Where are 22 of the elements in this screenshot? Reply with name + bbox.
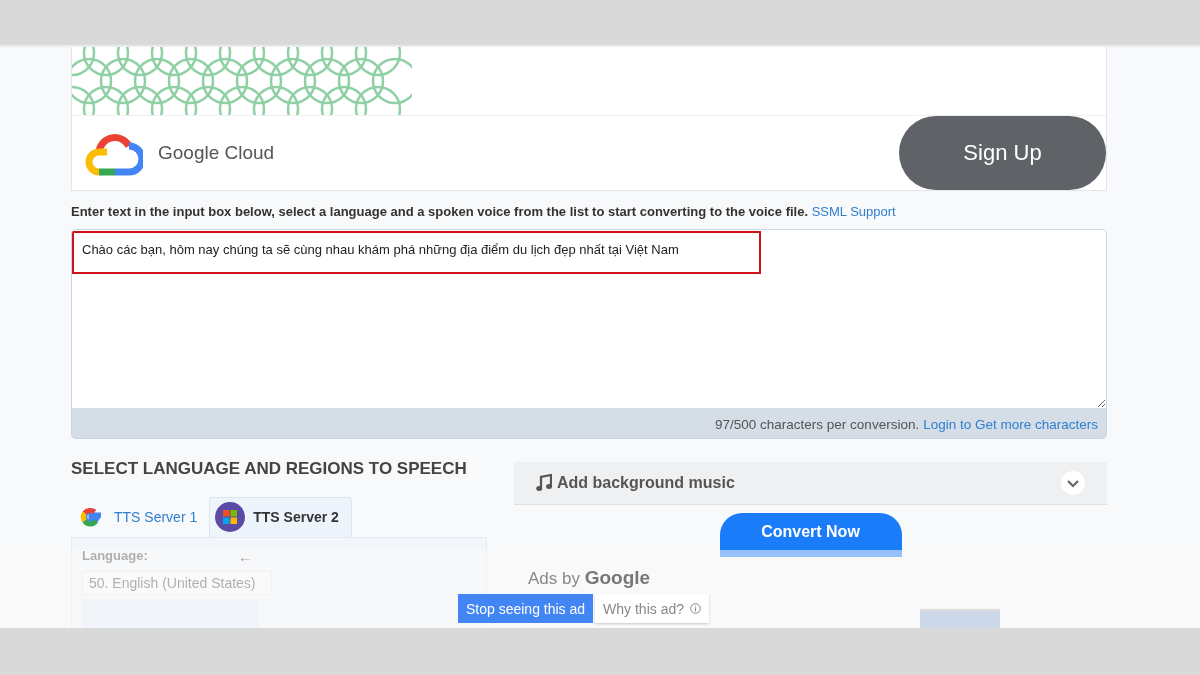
character-counter: 97/500 characters per conversion. (715, 417, 920, 432)
convert-now-button[interactable]: Convert Now (719, 513, 902, 557)
back-arrow[interactable]: ← (237, 548, 253, 565)
text-input[interactable]: Chào các bạn, hôm nay chúng ta sẽ cùng nhau khám phá những địa điểm du lịch đẹp nhất tại Việt Nam (72, 230, 1106, 408)
stop-ad-button[interactable]: Stop seeing this ad (458, 594, 594, 623)
instructions-text: Enter text in the input box below, select a language and a spoken voice from the list to start converting to the voice file. SSML Support (71, 204, 897, 219)
voice-item[interactable] (82, 599, 259, 628)
why-ad-button[interactable]: Why this ad? (595, 594, 710, 623)
info-icon (690, 603, 702, 614)
background-music-accordion[interactable]: Add background music (514, 462, 1107, 505)
server-tab[interactable]: TTS Server 2 (209, 497, 352, 537)
section-heading: SELECT LANGUAGE AND REGIONS TO SPEECH (71, 459, 468, 479)
ads-by-google-label: Ads by Google (528, 567, 651, 589)
brand-name: Google Cloud (158, 142, 275, 164)
server-tab[interactable]: TTS Server 1 (71, 498, 210, 537)
language-label: Language: (82, 548, 148, 565)
ssml-support-link[interactable]: SSML Support (811, 204, 896, 219)
sign-up-button[interactable]: Sign Up (899, 116, 1106, 190)
login-link[interactable]: Login to Get more characters (923, 417, 1098, 432)
windows-logo-icon (215, 502, 246, 532)
music-note-icon (536, 474, 552, 492)
language-select[interactable]: 50. English (United States) (82, 571, 272, 595)
